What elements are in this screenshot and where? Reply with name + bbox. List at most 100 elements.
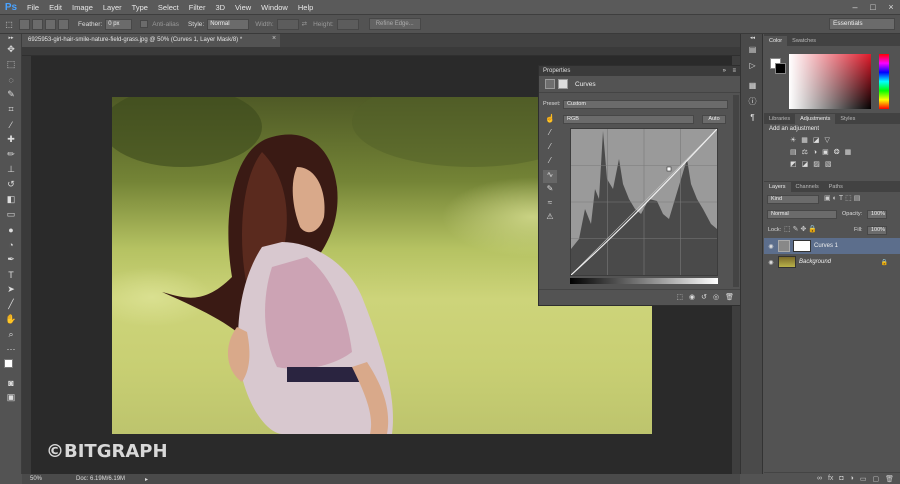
menu-file[interactable]: File: [22, 0, 44, 15]
curves-adjustment-icon[interactable]: [545, 79, 555, 89]
sample-black-eyedropper-icon[interactable]: ⁄: [543, 128, 557, 141]
dock-grip[interactable]: ◂◂: [741, 34, 764, 42]
auto-button[interactable]: Auto: [702, 115, 726, 124]
zoom-level[interactable]: 50%: [30, 476, 42, 482]
menu-select[interactable]: Select: [153, 0, 184, 15]
vibrance-icon[interactable]: ▤: [790, 148, 797, 156]
width-input[interactable]: [276, 18, 299, 30]
tab-color[interactable]: Color: [764, 36, 788, 46]
refine-edge-button[interactable]: Refine Edge...: [368, 18, 421, 30]
color-balance-icon[interactable]: ⚖: [802, 148, 808, 156]
menu-help[interactable]: Help: [293, 0, 318, 15]
color-lookup-icon[interactable]: ▦: [845, 148, 852, 156]
screen-mode-icon[interactable]: ▣: [0, 390, 22, 405]
add-selection-icon[interactable]: [32, 18, 43, 30]
posterize-icon[interactable]: ◪: [802, 160, 809, 168]
channel-mixer-icon[interactable]: ❂: [834, 148, 840, 156]
menu-filter[interactable]: Filter: [184, 0, 211, 15]
document-tab[interactable]: 6925953-girl-hair-smile-nature-field-gra…: [22, 34, 280, 47]
opacity-input[interactable]: 100%: [867, 210, 887, 219]
history-brush-icon[interactable]: ↺: [0, 177, 22, 192]
lock-icons[interactable]: ⬚✎✥🔒: [784, 225, 819, 233]
toolbar-grip[interactable]: ▸▸: [0, 34, 22, 42]
panel-menu-icon[interactable]: ≡: [732, 66, 736, 76]
tab-styles[interactable]: Styles: [835, 114, 860, 124]
sample-gray-eyedropper-icon[interactable]: ⁄: [543, 142, 557, 155]
brush-tool-icon[interactable]: ✏: [0, 147, 22, 162]
type-tool-icon[interactable]: T: [0, 267, 22, 282]
swap-icon[interactable]: ⇄: [302, 20, 307, 28]
target-adjust-icon[interactable]: ☝: [543, 114, 557, 127]
eyedropper-tool-icon[interactable]: ⁄: [0, 117, 22, 132]
feather-input[interactable]: 0 px: [105, 18, 133, 30]
hand-tool-icon[interactable]: ✋: [0, 312, 22, 327]
move-tool-icon[interactable]: ✥: [0, 42, 22, 57]
add-mask-icon[interactable]: ◘: [839, 475, 843, 482]
view-previous-state-icon[interactable]: ◉: [689, 293, 695, 301]
lasso-tool-icon[interactable]: ◌: [0, 72, 22, 87]
color-panel-background[interactable]: [775, 63, 786, 74]
threshold-icon[interactable]: ▨: [813, 160, 820, 168]
menu-edit[interactable]: Edit: [44, 0, 67, 15]
visibility-eye-icon[interactable]: ◉: [764, 243, 778, 250]
new-layer-icon[interactable]: ▢: [872, 475, 879, 483]
brightness-contrast-icon[interactable]: ☀: [790, 136, 796, 144]
tools-more-icon[interactable]: ⋯: [0, 342, 22, 357]
layer-filter-select[interactable]: Kind: [767, 195, 819, 204]
marquee-tool-icon[interactable]: ⬚: [0, 57, 22, 72]
healing-tool-icon[interactable]: ✚: [0, 132, 22, 147]
status-menu-arrow-icon[interactable]: ▸: [145, 476, 148, 483]
selective-color-icon[interactable]: ▧: [825, 160, 832, 168]
curves-icon[interactable]: ◪: [813, 136, 820, 144]
layer-name[interactable]: Background: [799, 259, 831, 265]
anti-alias-checkbox[interactable]: [140, 20, 149, 28]
info-panel-icon[interactable]: ⓘ: [741, 94, 764, 110]
foreground-color-swatch[interactable]: [4, 359, 13, 368]
hue-slider[interactable]: [879, 54, 889, 109]
color-swatches[interactable]: [0, 357, 21, 375]
smooth-curve-icon[interactable]: ≈: [543, 198, 557, 211]
shape-tool-icon[interactable]: ╱: [0, 297, 22, 312]
properties-scrollbar[interactable]: [733, 95, 739, 287]
history-panel-icon[interactable]: ▤: [741, 42, 764, 58]
preset-select[interactable]: Custom: [563, 100, 728, 109]
paragraph-panel-icon[interactable]: ¶: [741, 110, 764, 126]
blur-tool-icon[interactable]: ●: [0, 222, 22, 237]
sample-white-eyedropper-icon[interactable]: ⁄: [543, 156, 557, 169]
tab-channels[interactable]: Channels: [791, 182, 824, 192]
properties-panel-header[interactable]: Properties » ≡: [539, 66, 740, 76]
menu-window[interactable]: Window: [256, 0, 293, 15]
layer-style-icon[interactable]: fx: [828, 475, 833, 482]
subtract-selection-icon[interactable]: [45, 18, 56, 30]
blend-mode-select[interactable]: Normal: [767, 210, 837, 219]
curves-graph[interactable]: [570, 128, 718, 276]
path-select-tool-icon[interactable]: ➤: [0, 282, 22, 297]
delete-layer-icon[interactable]: 🗑: [885, 475, 894, 483]
layer-filter-icons[interactable]: ▣◐T⬚▤: [824, 194, 862, 202]
visibility-icon[interactable]: ◎: [713, 293, 719, 301]
workspace-select[interactable]: Essentials: [829, 18, 895, 30]
levels-icon[interactable]: ▦: [801, 136, 808, 144]
style-select[interactable]: Normal: [207, 18, 250, 30]
quick-mask-icon[interactable]: ◙: [0, 375, 22, 390]
black-white-icon[interactable]: ◑: [813, 149, 817, 156]
dodge-tool-icon[interactable]: ◔: [0, 237, 22, 252]
gradient-map-icon[interactable]: ▽: [825, 136, 830, 144]
invert-icon[interactable]: ◩: [790, 160, 797, 168]
new-selection-icon[interactable]: [19, 18, 30, 30]
channel-select[interactable]: RGB: [563, 115, 694, 124]
actions-panel-icon[interactable]: ▷: [741, 58, 764, 74]
delete-icon[interactable]: 🗑: [725, 293, 734, 301]
zoom-tool-icon[interactable]: ⌕: [0, 327, 22, 342]
menu-3d[interactable]: 3D: [210, 0, 230, 15]
link-layers-icon[interactable]: ∞: [817, 475, 822, 482]
stamp-tool-icon[interactable]: ⊥: [0, 162, 22, 177]
menu-view[interactable]: View: [230, 0, 256, 15]
marquee-preset-icon[interactable]: ⬚: [0, 17, 18, 32]
clip-to-layer-icon[interactable]: ⬚: [676, 293, 683, 301]
edit-points-curve-icon[interactable]: ∿: [543, 170, 557, 183]
new-adjustment-icon[interactable]: ◑: [850, 475, 854, 482]
tab-libraries[interactable]: Libraries: [764, 114, 795, 124]
quick-select-tool-icon[interactable]: ✎: [0, 87, 22, 102]
layer-name[interactable]: Curves 1: [814, 243, 838, 249]
